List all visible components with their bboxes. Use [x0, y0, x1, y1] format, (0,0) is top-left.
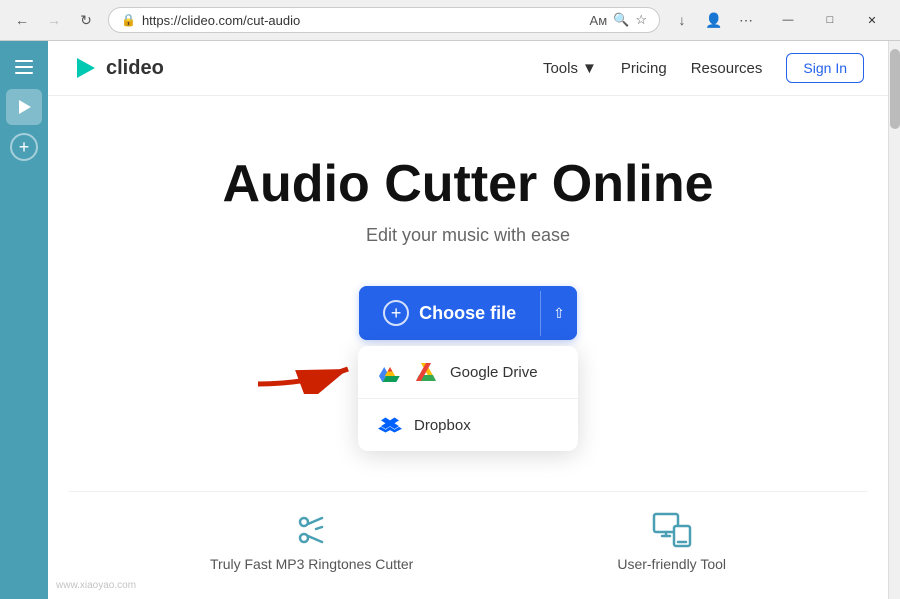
back-button[interactable]: ←	[8, 6, 36, 34]
nav-links: Tools ▼ Pricing Resources Sign In	[543, 53, 864, 83]
google-drive-label: Google Drive	[450, 364, 538, 381]
arrow-container	[248, 344, 368, 394]
gdrive-simple-icon	[414, 360, 438, 384]
nav-resources[interactable]: Resources	[691, 60, 763, 77]
logo[interactable]: clideo	[72, 54, 164, 82]
star-icon: ☆	[635, 12, 647, 28]
choose-file-button-group: + Choose file ⇧	[359, 286, 577, 340]
close-button[interactable]: ✕	[852, 6, 892, 34]
choose-file-label: Choose file	[419, 303, 516, 324]
upload-area: + Choose file ⇧	[68, 286, 868, 451]
browser-chrome: ← → ↻ 🔒 Aᴍ 🔍 ☆ ↓ 👤 ⋯ — □ ✕	[0, 0, 900, 41]
scissors-icon	[294, 512, 330, 548]
monitor-icon	[652, 512, 692, 548]
chevron-down-icon: ▼	[582, 60, 597, 77]
url-input[interactable]	[142, 13, 584, 28]
logo-triangle	[77, 58, 95, 78]
features-section: Truly Fast MP3 Ringtones Cutter User-fri…	[68, 491, 868, 599]
page-content: clideo Tools ▼ Pricing Resources Sign In	[48, 41, 888, 599]
browser-sidebar: +	[0, 41, 48, 599]
content-area: clideo Tools ▼ Pricing Resources Sign In	[48, 41, 900, 599]
sidebar-icon-active[interactable]	[6, 89, 42, 125]
logo-text: clideo	[106, 57, 164, 80]
hero-subtitle: Edit your music with ease	[68, 225, 868, 246]
refresh-button[interactable]: ↻	[72, 6, 100, 34]
zoom-icon: 🔍	[613, 12, 629, 28]
choose-file-main-button[interactable]: + Choose file	[359, 286, 540, 340]
feature-1-label: Truly Fast MP3 Ringtones Cutter	[210, 556, 413, 572]
browser-titlebar: ← → ↻ 🔒 Aᴍ 🔍 ☆ ↓ 👤 ⋯ — □ ✕	[0, 0, 900, 40]
site-nav: clideo Tools ▼ Pricing Resources Sign In	[48, 41, 888, 96]
scrollbar-track[interactable]	[888, 41, 900, 599]
choose-file-chevron-button[interactable]: ⇧	[540, 291, 577, 336]
window-controls: — □ ✕	[768, 6, 892, 34]
maximize-button[interactable]: □	[810, 6, 850, 34]
forward-button[interactable]: →	[40, 6, 68, 34]
arrow-icon	[248, 344, 368, 394]
hero-section: Audio Cutter Online Edit your music with…	[48, 96, 888, 599]
nav-pricing[interactable]: Pricing	[621, 60, 667, 77]
sidebar-add-button[interactable]: +	[10, 133, 38, 161]
feature-2-label: User-friendly Tool	[617, 556, 726, 572]
google-drive-icon	[378, 360, 402, 384]
scrollbar-thumb[interactable]	[890, 49, 900, 129]
watermark: www.xiaoyao.com	[56, 580, 136, 591]
address-bar: 🔒 Aᴍ 🔍 ☆	[108, 7, 660, 33]
more-button[interactable]: ⋯	[732, 6, 760, 34]
download-button[interactable]: ↓	[668, 6, 696, 34]
feature-1: Truly Fast MP3 Ringtones Cutter	[210, 512, 413, 572]
dropbox-icon	[378, 413, 402, 437]
profile-button[interactable]: 👤	[700, 6, 728, 34]
sign-in-button[interactable]: Sign In	[786, 53, 864, 83]
feature-2: User-friendly Tool	[617, 512, 726, 572]
logo-icon	[72, 54, 100, 82]
dropbox-option[interactable]: Dropbox	[358, 398, 578, 451]
lock-icon: 🔒	[121, 13, 136, 27]
choose-file-wrapper: + Choose file ⇧	[358, 286, 578, 451]
main-layout: + clideo Tools ▼ Pricing	[0, 41, 900, 599]
hero-title: Audio Cutter Online	[68, 156, 868, 213]
google-drive-option[interactable]: Google Drive	[358, 346, 578, 398]
dropbox-label: Dropbox	[414, 417, 471, 434]
translate-icon: Aᴍ	[590, 13, 608, 28]
sidebar-icon-menu[interactable]	[6, 49, 42, 85]
browser-actions: ↓ 👤 ⋯	[668, 6, 760, 34]
minimize-button[interactable]: —	[768, 6, 808, 34]
file-dropdown: Google Drive Dropbox	[358, 346, 578, 451]
plus-icon: +	[383, 300, 409, 326]
nav-tools[interactable]: Tools ▼	[543, 60, 597, 77]
